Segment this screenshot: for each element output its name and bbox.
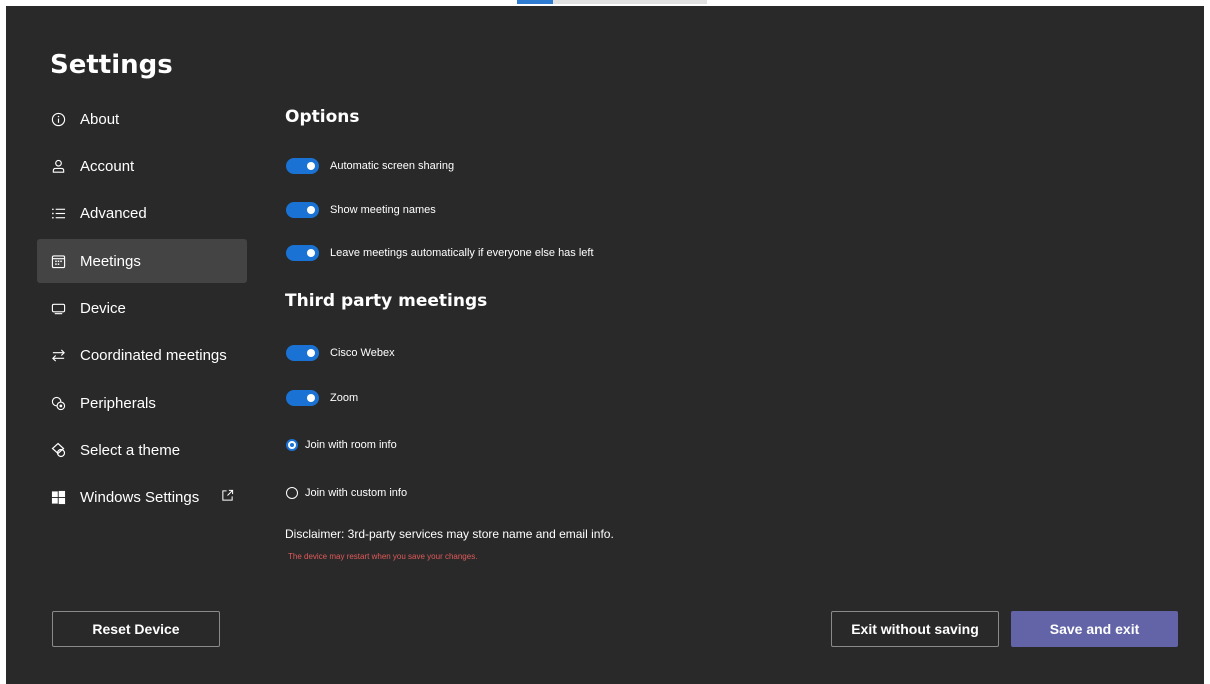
radio-row-room-info: Join with room info (286, 439, 397, 451)
sidebar-item-device[interactable]: Device (37, 286, 247, 330)
toggle-row-cisco-webex: Cisco Webex (286, 345, 395, 361)
peripherals-icon (50, 395, 66, 411)
sidebar-item-label: Advanced (80, 204, 147, 222)
sidebar-item-about[interactable]: About (37, 97, 247, 141)
list-icon (50, 205, 66, 221)
toggle-knob (307, 249, 315, 257)
leave-meetings-toggle[interactable] (286, 245, 319, 261)
person-icon (50, 158, 66, 174)
settings-panel: Settings About Account Advanced Meetings… (6, 6, 1204, 684)
sidebar-item-label: Device (80, 299, 126, 317)
sidebar-item-label: Account (80, 157, 135, 175)
arrows-swap-icon (50, 347, 66, 363)
toggle-knob (307, 206, 315, 214)
save-and-exit-button[interactable]: Save and exit (1011, 611, 1178, 647)
toggle-knob (307, 162, 315, 170)
toggle-label: Show meeting names (330, 204, 436, 216)
sidebar-item-coordinated-meetings[interactable]: Coordinated meetings (37, 333, 247, 377)
toggle-label: Leave meetings automatically if everyone… (330, 247, 594, 259)
radio-row-custom-info: Join with custom info (286, 487, 407, 499)
toggle-label: Automatic screen sharing (330, 160, 455, 172)
toggle-row-leave-meetings: Leave meetings automatically if everyone… (286, 245, 594, 261)
sidebar-item-meetings[interactable]: Meetings (37, 239, 247, 283)
toggle-row-auto-screen-sharing: Automatic screen sharing (286, 158, 454, 174)
radio-label: Join with room info (305, 439, 397, 451)
top-progress-indicator (517, 0, 707, 4)
join-custom-info-radio[interactable] (286, 487, 298, 499)
windows-logo-icon (50, 489, 66, 505)
toggle-row-show-meeting-names: Show meeting names (286, 202, 436, 218)
shapes-icon (50, 442, 66, 458)
exit-without-saving-button[interactable]: Exit without saving (831, 611, 999, 647)
zoom-toggle[interactable] (286, 390, 319, 406)
sidebar-item-windows-settings[interactable]: Windows Settings (37, 475, 247, 519)
sidebar-item-peripherals[interactable]: Peripherals (37, 381, 247, 425)
third-party-heading: Third party meetings (285, 291, 488, 311)
open-external-icon (221, 489, 234, 502)
toggle-knob (307, 394, 315, 402)
page-title: Settings (50, 50, 173, 80)
info-icon (50, 111, 66, 127)
options-heading: Options (285, 107, 360, 127)
sidebar-item-select-theme[interactable]: Select a theme (37, 428, 247, 472)
sidebar-item-label: Meetings (80, 252, 141, 270)
monitor-icon (50, 300, 66, 316)
top-progress-fill (517, 0, 553, 4)
calendar-icon (50, 253, 66, 269)
toggle-knob (307, 349, 315, 357)
sidebar-item-label: Peripherals (80, 394, 156, 412)
join-room-info-radio[interactable] (286, 439, 298, 451)
sidebar-item-label: Select a theme (80, 441, 181, 459)
reset-device-button[interactable]: Reset Device (52, 611, 220, 647)
sidebar-item-account[interactable]: Account (37, 144, 247, 188)
disclaimer-text: Disclaimer: 3rd-party services may store… (285, 527, 614, 541)
restart-warning: The device may restart when you save you… (288, 552, 478, 561)
toggle-row-zoom: Zoom (286, 390, 358, 406)
radio-label: Join with custom info (305, 487, 408, 499)
show-meeting-names-toggle[interactable] (286, 202, 319, 218)
sidebar-item-advanced[interactable]: Advanced (37, 191, 247, 235)
sidebar-item-label: Windows Settings (80, 488, 200, 506)
toggle-label: Zoom (330, 392, 359, 404)
cisco-webex-toggle[interactable] (286, 345, 319, 361)
auto-screen-sharing-toggle[interactable] (286, 158, 319, 174)
sidebar-item-label: About (80, 110, 120, 128)
sidebar-item-label: Coordinated meetings (80, 346, 227, 364)
toggle-label: Cisco Webex (330, 347, 395, 359)
